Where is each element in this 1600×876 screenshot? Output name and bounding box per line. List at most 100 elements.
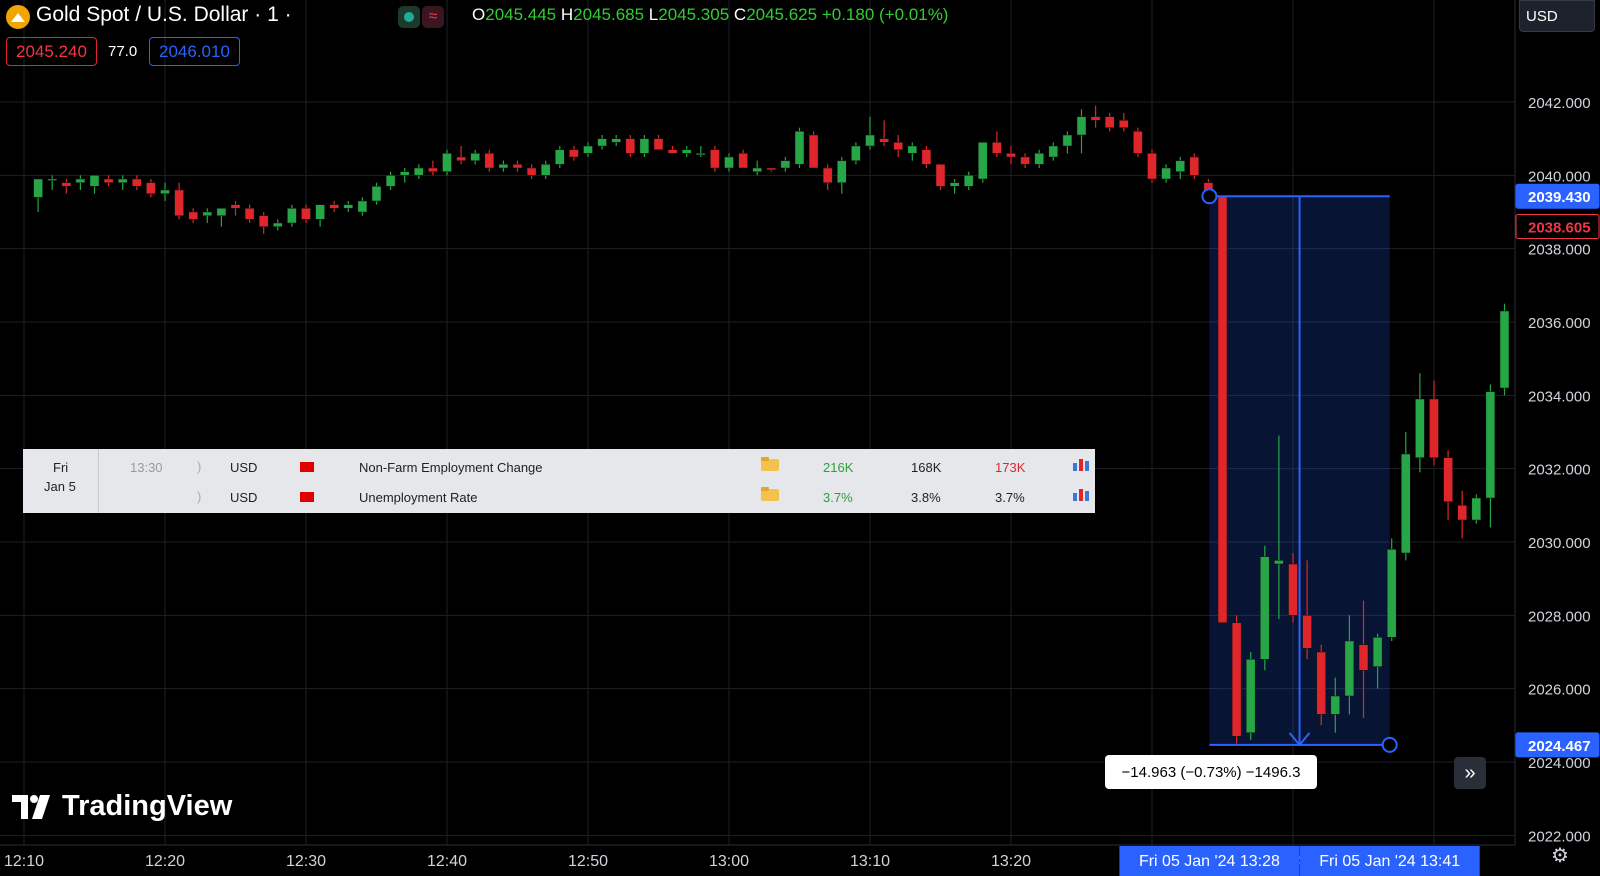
- wave-icon[interactable]: ≈: [422, 6, 444, 28]
- candle-body: [103, 178, 114, 183]
- candle: [343, 201, 354, 212]
- event-actual: 3.7%: [823, 490, 853, 505]
- event-name[interactable]: Unemployment Rate: [359, 490, 478, 505]
- candle-body: [287, 208, 297, 224]
- event-name[interactable]: Non-Farm Employment Change: [359, 460, 543, 475]
- candle: [146, 179, 156, 198]
- candle: [1316, 644, 1326, 726]
- candle: [414, 164, 424, 179]
- time-tick-label: 12:20: [145, 853, 185, 870]
- candle-body: [1076, 116, 1087, 136]
- candle: [935, 164, 946, 190]
- candle-body: [61, 182, 72, 187]
- measure-start-price-label-text: 2039.430: [1528, 189, 1591, 206]
- candle-body: [1330, 695, 1341, 715]
- candle-body: [1401, 453, 1411, 554]
- symbol-title[interactable]: Gold Spot / U.S. Dollar · 1 ·: [36, 3, 292, 27]
- candle: [385, 171, 396, 190]
- measure-start-handle: [1201, 188, 1218, 205]
- measure-label[interactable]: −14.963 (−0.73%) −1496.3: [1105, 755, 1317, 789]
- candle-body: [738, 153, 748, 169]
- settings-icon[interactable]: ⚙: [1548, 843, 1572, 867]
- price-tick-label: 2028.000: [1528, 608, 1591, 625]
- candle-body: [202, 211, 213, 216]
- tradingview-logo[interactable]: TradingView: [12, 790, 232, 823]
- candle: [47, 175, 57, 190]
- candle-body: [1062, 134, 1073, 147]
- candle-body: [484, 153, 495, 169]
- candle: [1034, 149, 1044, 168]
- candle-body: [766, 167, 777, 171]
- price-tick-label: 2026.000: [1528, 682, 1591, 699]
- candle-body: [667, 149, 678, 154]
- candle-body: [1231, 622, 1242, 737]
- logo-coin-icon: [6, 5, 30, 29]
- candle: [1457, 490, 1467, 539]
- flag-icon: [300, 462, 314, 472]
- candle: [371, 182, 382, 205]
- candle: [258, 212, 269, 234]
- candle: [752, 160, 762, 176]
- event-previous: 3.7%: [995, 490, 1025, 505]
- ask-price-button[interactable]: 2046.010: [149, 37, 240, 66]
- candle: [484, 149, 495, 172]
- candle: [216, 208, 227, 227]
- close-label: C: [733, 5, 747, 24]
- high-label: H: [560, 5, 574, 24]
- price-chart[interactable]: 2022.0002024.0002026.0002028.0002030.000…: [0, 0, 1600, 876]
- candle: [1443, 450, 1453, 520]
- candle-body: [1217, 195, 1228, 623]
- event-time: 13:30: [130, 460, 163, 475]
- high-value: 2045.685: [573, 5, 645, 24]
- candle-body: [1288, 563, 1298, 616]
- candle: [273, 219, 283, 231]
- candle-body: [414, 167, 424, 176]
- candle-body: [498, 164, 509, 169]
- candle: [1429, 380, 1439, 465]
- candle-body: [174, 189, 184, 216]
- candle: [555, 146, 565, 168]
- candle-body: [653, 138, 664, 150]
- double-chevron-icon[interactable]: »: [1454, 757, 1486, 789]
- candle: [625, 135, 636, 157]
- candle: [1245, 652, 1256, 740]
- market-status-icon[interactable]: [398, 6, 420, 28]
- candle-body: [315, 204, 325, 220]
- candle-body: [639, 138, 650, 154]
- time-tick-label: 13:10: [850, 853, 890, 870]
- candle: [1133, 127, 1143, 157]
- bar-chart-icon[interactable]: [1073, 457, 1089, 474]
- folder-icon[interactable]: [761, 457, 779, 474]
- candle: [512, 160, 523, 172]
- candle-body: [1090, 116, 1101, 121]
- candle-body: [724, 156, 734, 169]
- candle: [526, 164, 537, 179]
- candle: [75, 175, 86, 190]
- candle: [103, 175, 114, 187]
- bid-price-button[interactable]: 2045.240: [6, 37, 97, 66]
- candle-body: [1372, 637, 1383, 667]
- candle-body: [907, 145, 918, 154]
- close-value: 2045.625: [746, 5, 818, 24]
- currency-selector[interactable]: USD: [1519, 0, 1595, 32]
- candle: [822, 164, 833, 190]
- price-tick-label: 2030.000: [1528, 535, 1591, 552]
- candle: [61, 179, 72, 194]
- candle: [1231, 615, 1242, 744]
- candle: [470, 149, 480, 165]
- candle-body: [258, 215, 269, 227]
- candle: [315, 204, 325, 227]
- folder-icon[interactable]: [761, 487, 779, 504]
- candle: [893, 135, 903, 157]
- candle-body: [1358, 644, 1369, 671]
- bar-chart-icon[interactable]: [1073, 487, 1089, 504]
- candle: [399, 168, 410, 183]
- candle: [611, 135, 621, 146]
- candle-body: [428, 167, 438, 172]
- open-label: O: [472, 5, 486, 24]
- candle: [540, 160, 551, 179]
- low-label: L: [648, 5, 659, 24]
- candle-body: [583, 145, 593, 154]
- candle-body: [879, 138, 889, 143]
- event-date-day: Fri: [53, 460, 69, 475]
